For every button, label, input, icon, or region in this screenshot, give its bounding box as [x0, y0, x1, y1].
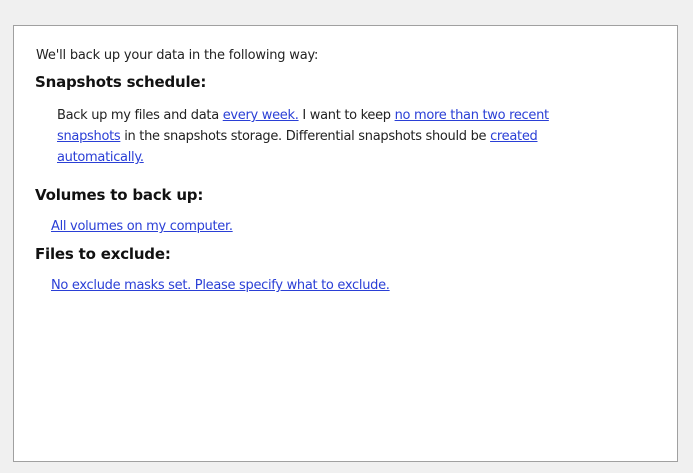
volumes-link[interactable]: All volumes on my computer.: [51, 219, 233, 234]
differential-link-part2[interactable]: automatically.: [57, 150, 144, 165]
volumes-heading: Volumes to back up:: [35, 186, 204, 204]
schedule-line-2: snapshots in the snapshots storage. Diff…: [57, 126, 549, 147]
schedule-text-1: Back up my files and data: [57, 108, 223, 123]
schedule-line-3: automatically.: [57, 147, 549, 168]
retention-link-part1[interactable]: no more than two recent: [395, 108, 550, 123]
schedule-description: Back up my files and data every week. I …: [57, 105, 549, 168]
schedule-line-1: Back up my files and data every week. I …: [57, 105, 549, 126]
files-to-exclude-heading: Files to exclude:: [35, 245, 171, 263]
intro-text: We'll back up your data in the following…: [36, 48, 319, 63]
exclude-row: No exclude masks set. Please specify wha…: [51, 275, 390, 296]
exclude-masks-link[interactable]: No exclude masks set. Please specify wha…: [51, 278, 390, 293]
retention-link-part2[interactable]: snapshots: [57, 129, 121, 144]
differential-link-part1[interactable]: created: [490, 129, 538, 144]
frequency-link[interactable]: every week.: [223, 108, 299, 123]
volumes-row: All volumes on my computer.: [51, 216, 233, 237]
snapshots-schedule-heading: Snapshots schedule:: [35, 73, 207, 91]
schedule-text-2: I want to keep: [298, 108, 395, 123]
backup-summary-panel: We'll back up your data in the following…: [13, 25, 678, 462]
schedule-text-3: in the snapshots storage. Differential s…: [120, 129, 491, 144]
